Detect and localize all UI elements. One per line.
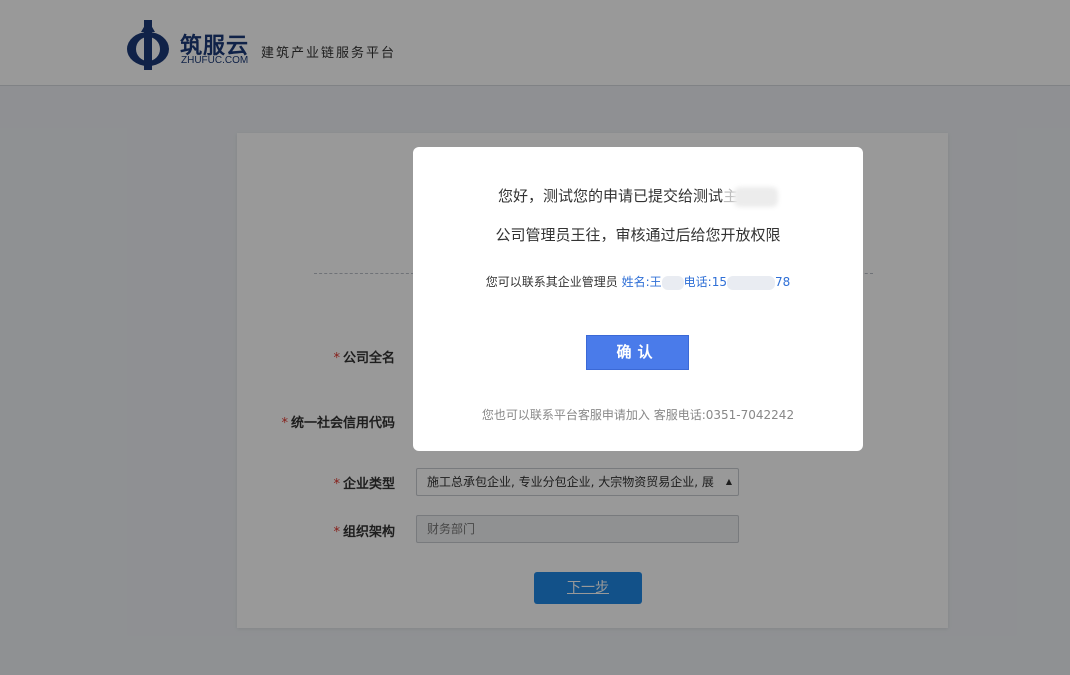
admin-contact-link[interactable]: 姓名:王 电话:15 78 [621, 275, 791, 290]
contact-phone-start: 15 [711, 275, 727, 289]
confirm-button[interactable]: 确认 [586, 335, 689, 370]
dialog-message-line1: 您好，测试您的申请已提交给测试主 [413, 185, 863, 207]
dialog-message-line2: 公司管理员王往，审核通过后给您开放权限 [495, 226, 781, 244]
contact-name-partial: 王 [649, 275, 662, 289]
support-contact-text: 您也可以联系平台客服申请加入 客服电话:0351-7042242 [481, 408, 795, 422]
contact-name-label: 姓名: [621, 275, 650, 289]
admin-contact-line: 您可以联系其企业管理员 姓名:王 电话:15 78 [413, 273, 863, 290]
contact-prefix: 您可以联系其企业管理员 [485, 275, 618, 289]
dialog-message-text: 您好，测试您的申请已提交给测试 [497, 187, 723, 205]
contact-phone-end: 78 [774, 275, 791, 289]
application-submitted-dialog: 您好，测试您的申请已提交给测试主 公司管理员王往，审核通过后给您开放权限 您可以… [413, 147, 863, 451]
contact-phone-label: 电话: [683, 275, 712, 289]
redacted-phone [726, 275, 775, 290]
redacted-company-name [734, 186, 779, 207]
redacted-name [661, 275, 684, 290]
